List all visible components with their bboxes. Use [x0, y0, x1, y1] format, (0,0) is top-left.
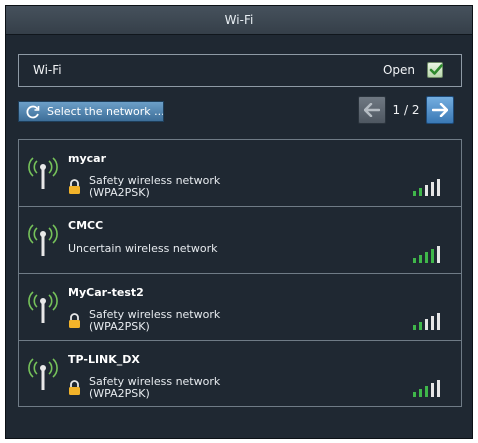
network-name: CMCC: [68, 219, 104, 232]
antenna-icon: [28, 291, 58, 323]
checkmark-icon: [429, 64, 443, 75]
wifi-toggle-row: Wi-Fi Open: [18, 54, 462, 87]
signal-bar: [413, 258, 416, 263]
signal-bar: [431, 249, 434, 263]
signal-bar: [425, 319, 428, 330]
antenna-icon: [28, 157, 58, 189]
network-security: Safety wireless network (WPA2PSK): [89, 175, 249, 199]
network-security-type: Uncertain wireless network: [68, 242, 218, 255]
select-network-label: Select the network ...: [47, 105, 164, 118]
network-item[interactable]: CMCC Uncertain wireless network: [19, 207, 461, 274]
network-security-protocol: (WPA2PSK): [89, 387, 150, 400]
lock-icon: [69, 313, 80, 328]
antenna-icon: [28, 358, 58, 390]
network-list: mycar Safety wireless network (WPA2PSK) CMC…: [18, 139, 462, 407]
antenna-icon: [28, 224, 58, 256]
signal-bar: [437, 246, 440, 263]
signal-bar: [431, 182, 434, 196]
signal-bar: [419, 322, 422, 330]
arrow-right-icon: [432, 103, 448, 117]
signal-bar: [437, 179, 440, 196]
signal-strength-icon: [413, 246, 440, 263]
network-name: MyCar-test2: [68, 286, 144, 299]
network-name: mycar: [68, 152, 107, 165]
signal-bar: [425, 185, 428, 196]
pager: 1 / 2: [358, 96, 454, 126]
network-item[interactable]: mycar Safety wireless network (WPA2PSK): [19, 140, 461, 207]
page-indicator: 1 / 2: [392, 103, 420, 117]
lock-icon: [69, 380, 80, 395]
network-security-protocol: (WPA2PSK): [89, 320, 150, 333]
select-network-button[interactable]: Select the network ...: [18, 101, 164, 122]
signal-bar: [431, 316, 434, 330]
signal-bar: [413, 191, 416, 196]
refresh-icon: [26, 105, 40, 119]
arrow-left-icon: [364, 103, 380, 117]
signal-bar: [437, 380, 440, 397]
wifi-enable-checkbox[interactable]: [427, 62, 443, 78]
signal-bar: [413, 325, 416, 330]
signal-bar: [425, 386, 428, 397]
signal-bar: [431, 383, 434, 397]
signal-bar: [419, 255, 422, 263]
next-page-button[interactable]: [426, 96, 454, 124]
network-security-protocol: (WPA2PSK): [89, 186, 150, 199]
wifi-status-label: Open: [382, 63, 415, 77]
network-item[interactable]: MyCar-test2 Safety wireless network (WPA2P…: [19, 274, 461, 341]
previous-page-button[interactable]: [358, 96, 386, 124]
network-name: TP-LINK_DX: [68, 353, 140, 366]
signal-bar: [413, 392, 416, 397]
signal-bar: [425, 252, 428, 263]
signal-strength-icon: [413, 179, 440, 196]
network-security: Safety wireless network (WPA2PSK): [89, 376, 249, 400]
signal-bar: [419, 389, 422, 397]
network-item[interactable]: TP-LINK_DX Safety wireless network (WPA2PS…: [19, 341, 461, 408]
wifi-panel: Wi-Fi Wi-Fi Open Select the network ... …: [5, 5, 473, 439]
network-security: Uncertain wireless network: [68, 243, 228, 255]
signal-strength-icon: [413, 313, 440, 330]
signal-bar: [419, 188, 422, 196]
signal-bar: [437, 313, 440, 330]
network-security: Safety wireless network (WPA2PSK): [89, 309, 249, 333]
window-title: Wi-Fi: [6, 6, 472, 35]
signal-strength-icon: [413, 380, 440, 397]
lock-icon: [69, 179, 80, 194]
wifi-label: Wi-Fi: [33, 63, 62, 77]
